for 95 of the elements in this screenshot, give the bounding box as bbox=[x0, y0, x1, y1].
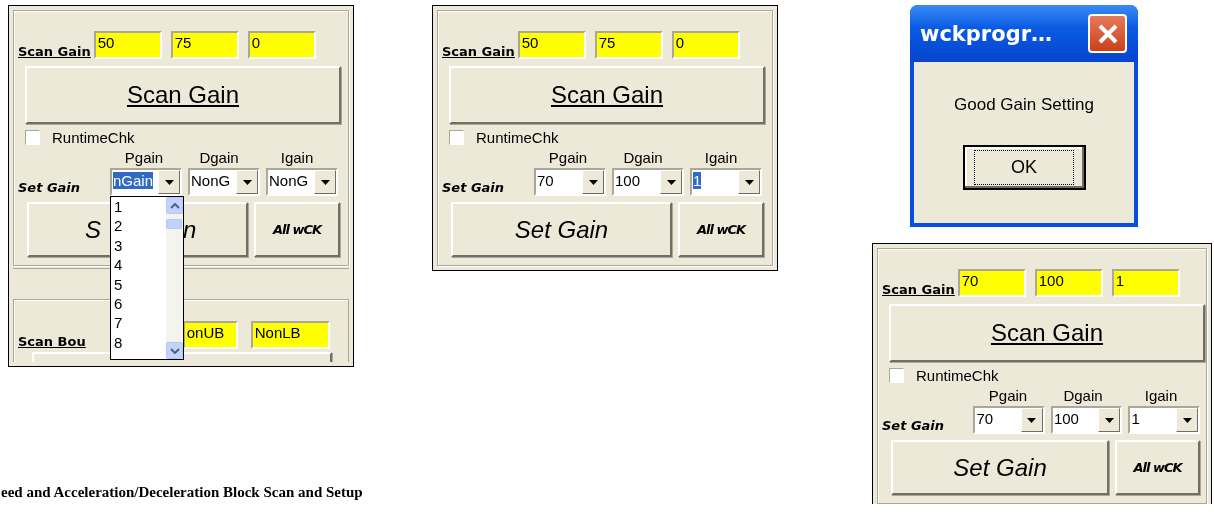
gain-value-field[interactable]: 75 bbox=[170, 31, 239, 59]
combo-value: NonG bbox=[190, 171, 232, 191]
runtime-check-label: RuntimeChk bbox=[476, 129, 559, 146]
runtime-checkbox[interactable] bbox=[449, 130, 464, 145]
dropdown-option[interactable]: 6 bbox=[114, 294, 166, 314]
gain-column-label: Pgain bbox=[123, 149, 165, 166]
dropdown-arrow-button[interactable] bbox=[1176, 408, 1198, 432]
combo-value: 1 bbox=[1130, 409, 1141, 429]
runtime-check-label: RuntimeChk bbox=[52, 129, 135, 146]
caret-icon bbox=[1182, 417, 1192, 423]
caret-icon bbox=[320, 179, 330, 185]
combo-value: NonG bbox=[268, 171, 310, 191]
gain-value-field[interactable]: 50 bbox=[517, 31, 586, 59]
dropdown-option[interactable]: 3 bbox=[114, 235, 166, 256]
bound-value-field[interactable]: onUB bbox=[182, 321, 238, 349]
dropdown-arrow-button[interactable] bbox=[236, 170, 258, 194]
scroll-down-button[interactable] bbox=[166, 342, 183, 359]
caret-icon bbox=[588, 179, 598, 185]
chevron-down-icon bbox=[169, 347, 180, 354]
gain-combo-box[interactable]: 1 bbox=[690, 168, 762, 196]
dialog-title: wckprogr… bbox=[920, 21, 1053, 46]
runtime-checkbox[interactable] bbox=[889, 368, 904, 383]
scan-gain-label: Scan Gain bbox=[18, 44, 91, 59]
dropdown-arrow-button[interactable] bbox=[660, 170, 682, 194]
gain-value-field[interactable]: 75 bbox=[594, 31, 663, 59]
gain-combo-box[interactable]: 70 bbox=[973, 406, 1045, 434]
gain-column-label: Igain bbox=[703, 149, 739, 166]
scan-bound-label: Scan Bou bbox=[18, 334, 86, 349]
runtime-checkbox[interactable] bbox=[25, 130, 40, 145]
gain-value-field[interactable]: 50 bbox=[93, 31, 162, 59]
all-wck-button[interactable]: All wCK bbox=[678, 202, 764, 257]
combo-value: 70 bbox=[536, 171, 555, 191]
gain-value-field[interactable]: 100 bbox=[1034, 269, 1103, 297]
all-wck-button[interactable]: All wCK bbox=[1115, 440, 1200, 495]
close-button[interactable] bbox=[1088, 14, 1127, 53]
caret-icon bbox=[164, 179, 174, 185]
gain-value-field[interactable]: 1 bbox=[1111, 269, 1180, 297]
bound-value-field[interactable]: NonLB bbox=[250, 321, 330, 349]
scan-gain-label: Scan Gain bbox=[882, 282, 955, 297]
gain-column-label: Dgain bbox=[198, 149, 240, 166]
dropdown-option[interactable]: 4 bbox=[114, 255, 166, 275]
dropdown-arrow-button[interactable] bbox=[582, 170, 604, 194]
gain-combo-box[interactable]: NonG bbox=[188, 168, 260, 196]
scan-gain-button[interactable]: Scan Gain bbox=[889, 304, 1205, 362]
gain-combo-box[interactable]: 1 bbox=[1128, 406, 1200, 434]
gain-column-label: Dgain bbox=[1062, 387, 1104, 404]
dropdown-arrow-button[interactable] bbox=[738, 170, 760, 194]
dropdown-option[interactable]: 8 bbox=[114, 332, 166, 353]
set-gain-button[interactable]: Set Gain bbox=[451, 202, 672, 257]
scan-gain-button[interactable]: Scan Gain bbox=[25, 66, 341, 124]
gain-combo-box[interactable]: NonG bbox=[266, 168, 338, 196]
gain-value-field[interactable]: 70 bbox=[957, 269, 1026, 297]
set-gain-label: Set Gain bbox=[442, 180, 506, 196]
gain-value-field[interactable]: 0 bbox=[247, 31, 316, 59]
caret-icon bbox=[666, 179, 676, 185]
caret-icon bbox=[744, 179, 754, 185]
runtime-check-label: RuntimeChk bbox=[916, 367, 999, 384]
caret-icon bbox=[1027, 417, 1037, 423]
caret-icon bbox=[242, 179, 252, 185]
gain-column-label: Pgain bbox=[547, 149, 589, 166]
gain-column-label: Dgain bbox=[622, 149, 664, 166]
set-gain-button[interactable]: Set Gain bbox=[891, 440, 1110, 495]
dropdown-arrow-button[interactable] bbox=[1098, 408, 1121, 432]
dropdown-arrow-button[interactable] bbox=[158, 170, 180, 194]
all-wck-button[interactable]: All wCK bbox=[254, 202, 340, 257]
dropdown-option[interactable]: 1 bbox=[114, 197, 166, 217]
combo-value: 100 bbox=[1052, 409, 1080, 429]
combo-value: 70 bbox=[975, 409, 995, 429]
scan-gain-button[interactable]: Scan Gain bbox=[449, 66, 765, 124]
dropdown-option[interactable]: 7 bbox=[114, 313, 166, 333]
combo-value: 100 bbox=[614, 171, 642, 191]
gain-combo-box[interactable]: 100 bbox=[1050, 406, 1123, 434]
gain-column-label: Igain bbox=[279, 149, 315, 166]
set-gain-label: Set Gain bbox=[18, 180, 82, 196]
gain-value-field[interactable]: 0 bbox=[671, 31, 740, 59]
set-gain-label: Set Gain bbox=[882, 418, 946, 434]
caret-icon bbox=[1104, 417, 1114, 423]
combo-value: 1 bbox=[692, 171, 703, 191]
dropdown-arrow-button[interactable] bbox=[314, 170, 336, 194]
combo-value: nGain bbox=[112, 171, 155, 191]
close-icon bbox=[1096, 22, 1119, 45]
gain-column-label: Pgain bbox=[987, 387, 1029, 404]
section-caption: eed and Acceleration/Deceleration Block Scan and Setup bbox=[0, 483, 363, 502]
gain-column-label: Igain bbox=[1143, 387, 1179, 404]
dialog-message: Good Gain Setting bbox=[954, 95, 1094, 115]
scan-gain-label: Scan Gain bbox=[442, 44, 515, 59]
dropdown-option[interactable]: 2 bbox=[114, 216, 166, 236]
chevron-up-icon bbox=[169, 202, 180, 209]
ok-button[interactable]: OK bbox=[962, 145, 1086, 190]
gain-combo-box[interactable]: 100 bbox=[612, 168, 684, 196]
dropdown-arrow-button[interactable] bbox=[1020, 408, 1043, 432]
scroll-thumb[interactable] bbox=[166, 219, 182, 229]
scroll-up-button[interactable] bbox=[166, 197, 183, 214]
dropdown-option[interactable]: 5 bbox=[114, 274, 166, 295]
gain-combo-box[interactable]: 70 bbox=[534, 168, 606, 196]
